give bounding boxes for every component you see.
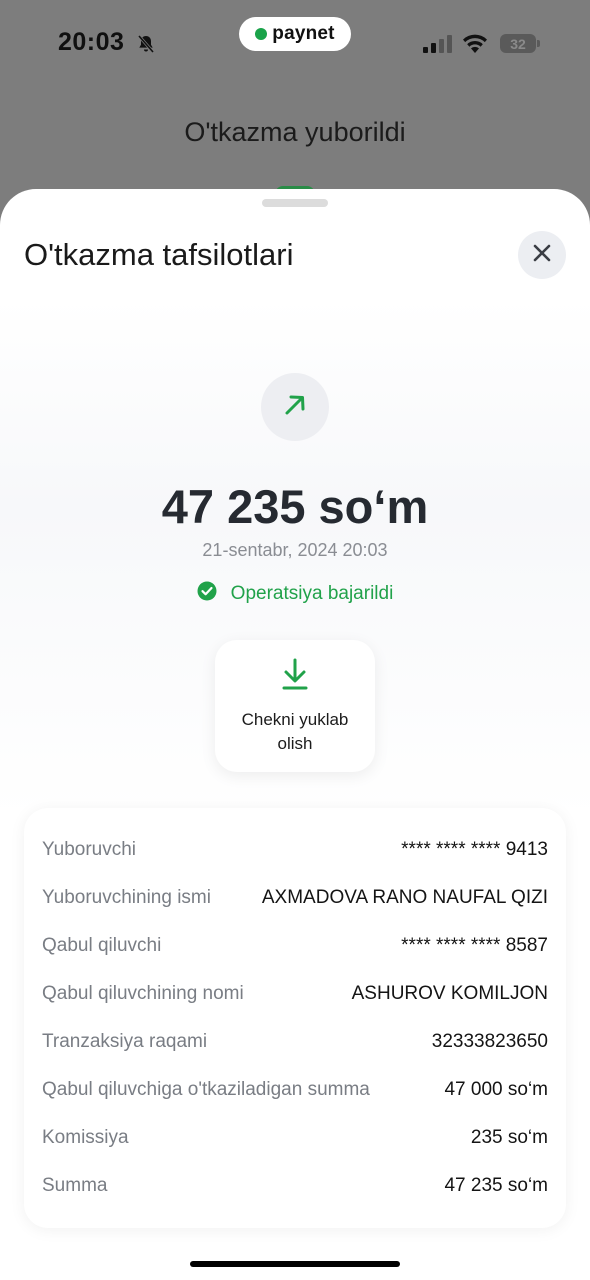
- detail-row-recipient: Qabul qiluvchi **** **** **** 8587: [42, 931, 548, 961]
- cellular-signal-icon: [423, 35, 453, 53]
- detail-row-transfer-amount: Qabul qiluvchiga o'tkaziladigan summa 47…: [42, 1075, 548, 1105]
- status-time: 20:03: [58, 28, 125, 56]
- detail-label: Qabul qiluvchiga o'tkaziladigan summa: [42, 1079, 370, 1100]
- details-card: Yuboruvchi **** **** **** 9413 Yuboruvch…: [24, 808, 566, 1228]
- transfer-amount: 47 235 so‘m: [161, 480, 429, 533]
- brand-pill: paynet: [239, 17, 351, 51]
- wifi-icon: [462, 33, 488, 53]
- detail-row-total: Summa 47 235 so‘m: [42, 1171, 548, 1201]
- battery-level: 32: [510, 35, 526, 52]
- transfer-date: 21-sentabr, 2024 20:03: [202, 540, 388, 560]
- download-icon: [281, 658, 309, 692]
- detail-value: **** **** **** 9413: [401, 839, 548, 860]
- status-badge: Operatsiya bajarildi: [0, 581, 590, 606]
- transfer-details-sheet: O'tkazma tafsilotlari 47 235 so‘m 21-sen…: [0, 189, 590, 1280]
- transfer-type-badge: [261, 373, 329, 441]
- close-icon: [532, 243, 552, 268]
- detail-label: Qabul qiluvchi: [42, 935, 162, 956]
- detail-row-recipient-name: Qabul qiluvchining nomi ASHUROV KOMILJON: [42, 979, 548, 1009]
- detail-label: Qabul qiluvchining nomi: [42, 983, 244, 1004]
- sheet-grabber[interactable]: [262, 199, 328, 207]
- detail-row-sender: Yuboruvchi **** **** **** 9413: [42, 835, 548, 865]
- brand-dot: [255, 28, 268, 40]
- detail-value: **** **** **** 8587: [401, 935, 548, 956]
- detail-label: Summa: [42, 1175, 108, 1196]
- detail-value: 235 so‘m: [470, 1127, 548, 1148]
- sheet-title: O'tkazma tafsilotlari: [24, 237, 294, 272]
- check-circle-icon: [197, 581, 217, 606]
- detail-label: Yuboruvchi: [42, 839, 137, 860]
- bell-muted-icon: [136, 34, 156, 54]
- background-title: O'tkazma yuborildi: [184, 117, 406, 147]
- detail-value: AXMADOVA RANO NAUFAL QIZI: [261, 887, 548, 908]
- detail-value: ASHUROV KOMILJON: [351, 983, 548, 1004]
- detail-value: 47 235 so‘m: [444, 1175, 548, 1196]
- detail-value: 32333823650: [431, 1031, 548, 1052]
- brand-name: paynet: [272, 23, 335, 44]
- download-receipt-button[interactable]: Chekni yuklab olish: [215, 640, 375, 772]
- detail-row-commission: Komissiya 235 so‘m: [42, 1123, 548, 1153]
- battery-indicator: 32: [500, 34, 540, 53]
- detail-row-transaction-id: Tranzaksiya raqami 32333823650: [42, 1027, 548, 1057]
- home-indicator[interactable]: [190, 1261, 400, 1267]
- download-receipt-label: Chekni yuklab olish: [241, 710, 349, 753]
- detail-row-sender-name: Yuboruvchining ismi AXMADOVA RANO NAUFAL…: [42, 883, 548, 913]
- detail-label: Komissiya: [42, 1127, 129, 1148]
- detail-label: Yuboruvchining ismi: [42, 887, 211, 908]
- status-bar: 20:03 paynet 32: [0, 0, 590, 88]
- status-text: Operatsiya bajarildi: [230, 582, 394, 604]
- detail-label: Tranzaksiya raqami: [42, 1031, 208, 1052]
- close-button[interactable]: [518, 231, 566, 279]
- arrow-up-right-icon: [282, 392, 308, 423]
- detail-value: 47 000 so‘m: [444, 1079, 548, 1100]
